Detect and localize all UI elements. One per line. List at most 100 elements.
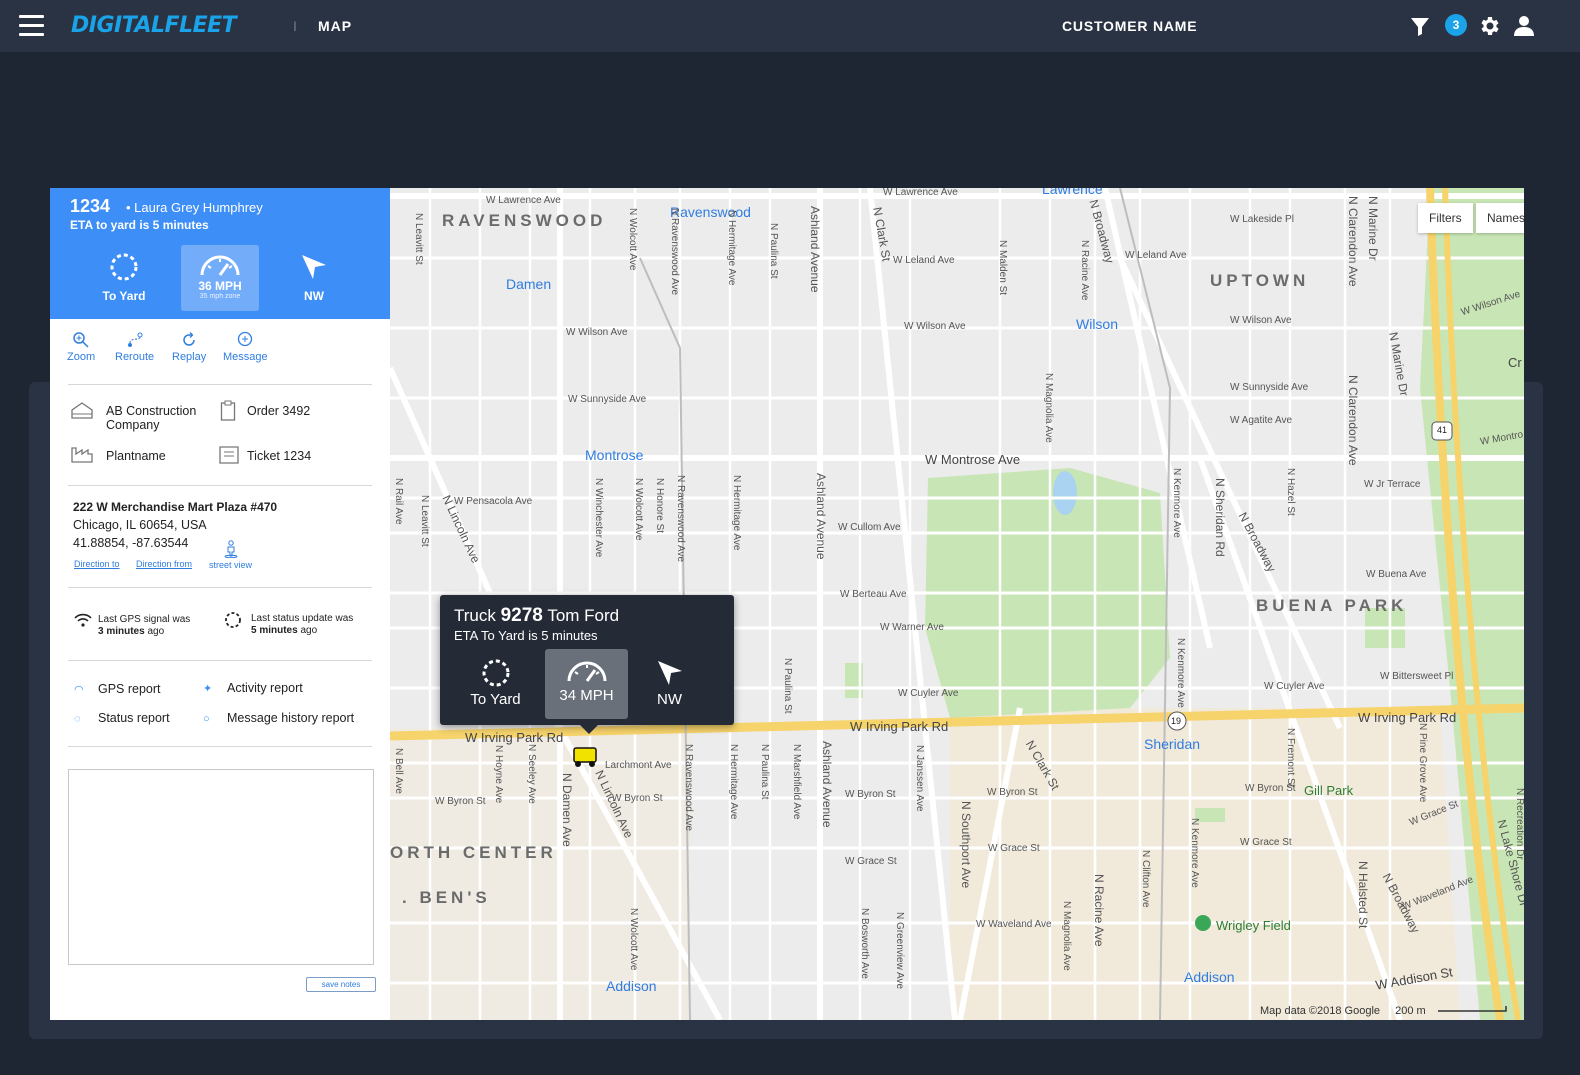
street-label: N Southport Ave (959, 801, 973, 889)
area-label-uptown: UPTOWN (1210, 271, 1310, 290)
street-label: N Ravenswood Ave (675, 475, 686, 563)
station-ravenswood[interactable]: Ravenswood (670, 204, 751, 220)
speed-zone-label: 35 mph zone (199, 293, 241, 300)
map-scale: 200 m (1395, 1005, 1426, 1017)
street-label: N Fremont St (1285, 728, 1296, 788)
street-label: N Clifton Ave (1140, 850, 1151, 908)
activity-report-label: Activity report (227, 681, 303, 695)
speed-button[interactable]: 36 MPH 35 mph zone (181, 245, 259, 311)
street-label: N Wolcott Ave (628, 908, 639, 971)
map-filters-button[interactable]: Filters (1418, 203, 1473, 233)
zoom-action[interactable]: Zoom (67, 331, 95, 363)
ticket-icon (219, 446, 239, 464)
street-label: W Lawrence Ave (486, 195, 561, 206)
customer-name[interactable]: CUSTOMER NAME (1062, 18, 1197, 34)
popup-heading-button[interactable]: NW (628, 649, 711, 719)
street-label: W Byron St (845, 789, 896, 800)
status-ring-icon: ◌ (74, 713, 81, 725)
area-label-buena-park: BUENA PARK (1256, 596, 1408, 615)
message-icon (238, 331, 253, 347)
heading-label: NW (304, 289, 324, 303)
logo[interactable]: DIGITALFLEET (71, 13, 237, 38)
popup-heading-label: NW (657, 691, 682, 708)
address-line2: Chicago, IL 60654, USA (73, 518, 207, 532)
street-label: W Irving Park Rd (465, 730, 564, 745)
popup-eta: ETA To Yard is 5 minutes (454, 628, 598, 643)
place-gill-park[interactable]: Gill Park (1304, 783, 1353, 798)
destination-button[interactable]: To Yard (85, 245, 163, 311)
chat-bubble-icon: ○ (203, 713, 210, 725)
notification-badge[interactable]: 3 (1445, 14, 1467, 36)
station-damen[interactable]: Damen (506, 276, 551, 292)
highway-shield-41: 41 (1437, 425, 1448, 435)
street-label: N Bosworth Ave (859, 908, 870, 979)
divider (68, 384, 372, 385)
message-history-report-link[interactable]: ○ Message history report (203, 711, 354, 725)
address-line1: 222 W Merchandise Mart Plaza #470 (73, 500, 278, 514)
street-label: N Rail Ave (393, 478, 404, 525)
station-sheridan[interactable]: Sheridan (1144, 736, 1200, 752)
popup-destination-label: To Yard (470, 691, 521, 708)
top-bar: DIGITALFLEET I MAP CUSTOMER NAME 3 (0, 0, 1580, 52)
station-lawrence[interactable]: Lawrence (1042, 188, 1103, 197)
gps-status-suffix: ago (147, 626, 165, 637)
save-notes-button[interactable]: save notes (306, 977, 376, 992)
street-label: N Hoyne Ave (493, 745, 504, 804)
order-number: Order 3492 (247, 404, 311, 418)
truck-detail-panel: 1234 • Laura Grey Humphrey ETA to yard i… (50, 188, 390, 1020)
station-montrose[interactable]: Montrose (585, 447, 643, 463)
street-label: N Greenview Ave (894, 912, 905, 990)
zoom-label: Zoom (67, 351, 96, 363)
coordinates: 41.88854, -87.63544 (73, 536, 189, 550)
area-label-st-bens: . BEN'S (402, 888, 491, 907)
gps-status-prefix: Last GPS signal was (98, 614, 191, 625)
divider (68, 485, 372, 486)
company-name: AB Construction Company (106, 404, 197, 432)
street-label: W Montrose Ave (925, 452, 1021, 467)
filter-icon[interactable] (1408, 14, 1432, 38)
station-wilson[interactable]: Wilson (1076, 316, 1118, 332)
street-label: N Paulina St (759, 744, 770, 800)
highway-shield-19: 19 (1171, 716, 1182, 726)
street-label: N Seeley Ave (526, 744, 537, 804)
popup-driver: Tom Ford (547, 606, 620, 625)
street-label: N Racine Ave (1079, 240, 1090, 301)
street-label: Ashland Avenue (814, 473, 828, 560)
heading-button[interactable]: NW (275, 245, 353, 311)
user-icon[interactable] (1512, 14, 1536, 38)
area-label-north-center: ORTH CENTER (390, 843, 557, 862)
street-view-button[interactable]: street view (209, 540, 252, 570)
gps-report-link[interactable]: ◠ GPS report (74, 682, 161, 696)
notes-textarea[interactable] (68, 769, 374, 965)
reroute-action[interactable]: Reroute (115, 331, 154, 363)
status-report-link[interactable]: ◌ Status report (74, 711, 170, 725)
replay-action[interactable]: Replay (172, 331, 206, 363)
menu-icon[interactable] (19, 15, 44, 37)
street-label: W Wilson Ave (1230, 315, 1292, 326)
map-names-button[interactable]: Names (1476, 203, 1524, 233)
street-label: N Clarendon Ave (1346, 375, 1360, 466)
popup-speed-button[interactable]: 34 MPH (545, 649, 628, 719)
activity-report-link[interactable]: ✦ Activity report (203, 681, 303, 695)
gps-status-time: 3 minutes (98, 626, 145, 637)
station-addison-west[interactable]: Addison (606, 978, 657, 994)
street-label: N Damen Ave (560, 773, 574, 847)
direction-from-link[interactable]: Direction from (136, 559, 192, 569)
message-action[interactable]: Message (223, 331, 268, 363)
gear-icon[interactable] (1478, 14, 1502, 38)
divider (68, 587, 372, 588)
direction-to-link[interactable]: Direction to (74, 559, 120, 569)
station-addison-east[interactable]: Addison (1184, 969, 1235, 985)
eta-text: ETA to yard is 5 minutes (70, 218, 209, 232)
street-label: N Wolcott Ave (627, 208, 638, 271)
street-label: W Byron St (435, 796, 486, 807)
popup-destination-button[interactable]: To Yard (454, 649, 537, 719)
street-label: N Racine Ave (1092, 874, 1106, 947)
pegman-icon (224, 540, 237, 559)
street-label: W Irving Park Rd (1358, 710, 1457, 725)
area-label-ravenswood: RAVENSWOOD (442, 211, 607, 230)
street-label: N Janssen Ave (914, 745, 925, 812)
place-wrigley-field[interactable]: Wrigley Field (1216, 918, 1291, 933)
street-label: W Cullom Ave (838, 522, 901, 533)
truck-popup[interactable]: Truck 9278 Tom Ford ETA To Yard is 5 min… (440, 595, 734, 734)
